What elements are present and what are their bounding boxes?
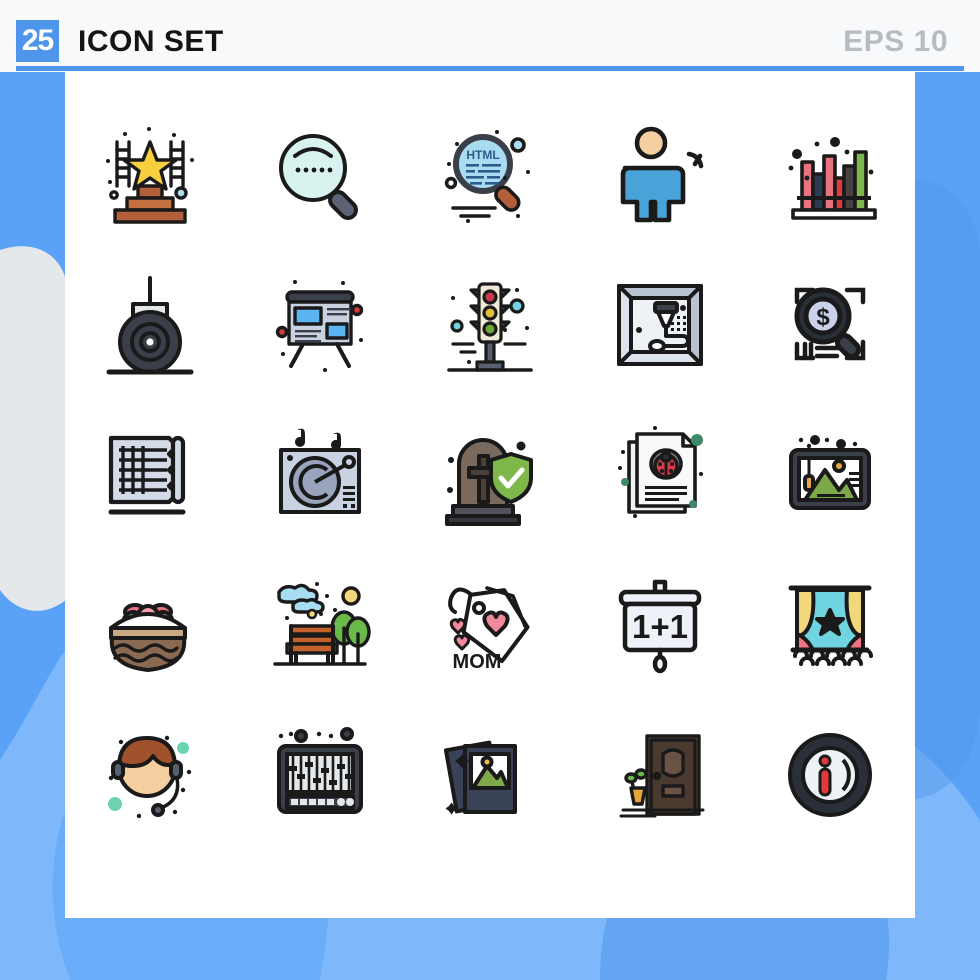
math-projector-icon: 1+1 [618, 579, 702, 674]
icon-cell-park-bench-trees[interactable] [235, 550, 405, 700]
door-plant-icon [619, 734, 705, 818]
icon-cell-books-shelf[interactable] [745, 100, 915, 250]
icon-cell-mom-gift-tags[interactable]: MOM [405, 550, 575, 700]
icon-cell-photo-gallery[interactable] [405, 700, 575, 850]
svg-text:1+1: 1+1 [632, 608, 688, 645]
support-headset-icon [108, 735, 192, 819]
life-insurance-grave-icon [445, 438, 533, 526]
turntable-record-icon [279, 428, 361, 514]
icon-cell-easter-basket[interactable] [65, 550, 235, 700]
blueprint-plan-icon [108, 435, 186, 515]
icon-cell-info-circle[interactable] [745, 700, 915, 850]
icon-cell-traffic-light[interactable] [405, 250, 575, 400]
money-search-icon: $ [794, 287, 866, 361]
icon-cell-theater-stage[interactable] [745, 550, 915, 700]
icon-cell-user-performance[interactable] [575, 100, 745, 250]
user-performance-icon [620, 126, 704, 223]
page-title: ICON SET [78, 25, 224, 58]
icon-cell-audio-mixer[interactable] [235, 700, 405, 850]
presentation-board-icon [275, 280, 364, 372]
icon-cell-html-code-search[interactable]: HTML [405, 100, 575, 250]
icon-cell-award-podium[interactable] [65, 100, 235, 250]
park-bench-trees-icon [273, 582, 371, 666]
icon-cell-support-headset[interactable] [65, 700, 235, 850]
info-circle-icon [788, 733, 872, 817]
icon-cell-money-search[interactable]: $ [745, 250, 915, 400]
svg-text:HTML: HTML [466, 148, 499, 162]
icon-grid: HTML $ MOM 1+1 [65, 100, 915, 880]
mom-gift-tags-icon: MOM [448, 586, 530, 673]
icon-cell-presentation-board[interactable] [235, 250, 405, 400]
traffic-light-icon [447, 282, 533, 372]
books-shelf-chart-icon [788, 137, 877, 220]
icon-cell-math-projector[interactable]: 1+1 [575, 550, 745, 700]
svg-text:MOM: MOM [453, 651, 502, 673]
icon-cell-life-insurance-grave[interactable] [405, 400, 575, 550]
background-blob-grey [0, 246, 66, 611]
svg-text:$: $ [816, 304, 830, 331]
icon-cell-wheel-roller[interactable] [65, 250, 235, 400]
icon-cell-engraving-machine[interactable] [575, 250, 745, 400]
icon-cell-blueprint-plan[interactable] [65, 400, 235, 550]
header-divider [16, 66, 964, 71]
bug-report-document-icon [618, 426, 703, 518]
search-magnifier-icon [279, 134, 358, 220]
icon-cell-door-plant[interactable] [575, 700, 745, 850]
engraving-machine-icon [617, 284, 703, 366]
eps-version-label: EPS 10 [843, 25, 948, 58]
image-editor-tablet-icon [789, 435, 871, 510]
icon-cell-image-editor-tablet[interactable] [745, 400, 915, 550]
award-podium-icon [106, 127, 194, 224]
icon-cell-turntable-record[interactable] [235, 400, 405, 550]
audio-mixer-icon [277, 727, 363, 814]
icon-cell-search-magnifier[interactable] [235, 100, 405, 250]
icon-cell-bug-report-document[interactable] [575, 400, 745, 550]
html-code-search-icon: HTML [444, 130, 530, 223]
wheel-roller-icon [106, 276, 194, 375]
easter-basket-icon [109, 603, 187, 672]
photo-gallery-icon [443, 740, 517, 815]
icon-count-badge: 25 [16, 20, 59, 62]
theater-stage-icon [788, 585, 873, 666]
header-bar: 25 ICON SET EPS 10 [0, 0, 980, 72]
